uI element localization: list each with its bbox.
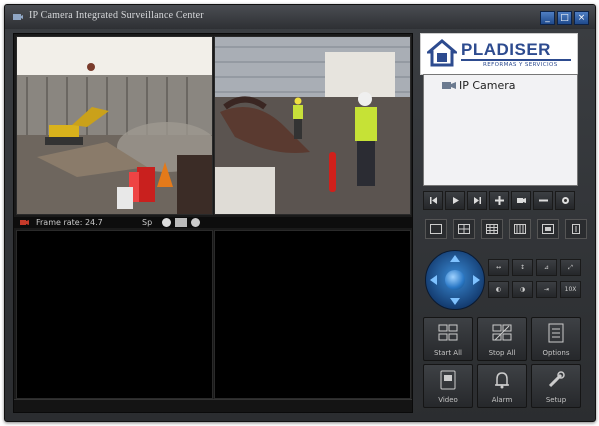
- camera-folder-icon: [442, 82, 456, 89]
- camera-view-3[interactable]: [16, 230, 213, 399]
- play-button[interactable]: [445, 191, 465, 210]
- ptz-center-button[interactable]: [445, 270, 465, 290]
- stop-all-label: Stop All: [488, 349, 516, 357]
- remove-button[interactable]: [533, 191, 553, 210]
- snapshot-icon[interactable]: [175, 218, 187, 227]
- video-bottom-strip: [14, 399, 412, 412]
- house-logo-icon: [427, 39, 457, 67]
- speed-button[interactable]: ⇥: [536, 281, 557, 298]
- zoom-in-button[interactable]: ↔: [488, 259, 509, 276]
- layout-toolbar: [425, 219, 593, 239]
- start-all-button[interactable]: Start All: [423, 317, 473, 361]
- prev-button[interactable]: [423, 191, 443, 210]
- focus-far-button[interactable]: ⤢: [560, 259, 581, 276]
- video-status-bar: Frame rate: 24.7 Sp: [14, 217, 412, 228]
- camera-view-2[interactable]: [214, 36, 411, 215]
- frame-rate-text: Frame rate: 24.7: [36, 218, 103, 227]
- ptz-joystick[interactable]: [425, 250, 485, 310]
- step-button[interactable]: 10X: [560, 281, 581, 298]
- focus-near-button[interactable]: ⊿: [536, 259, 557, 276]
- skip-forward-icon: [473, 197, 481, 204]
- tree-item-label: IP Camera: [459, 79, 516, 92]
- ptz-down-arrow[interactable]: [450, 298, 460, 305]
- nine-view-icon: [486, 224, 498, 234]
- control-panel: PLADISER REFORMAS Y SERVICIOS IP Camera: [415, 33, 591, 411]
- stop-all-icon: [492, 324, 512, 341]
- camera-icon: [516, 198, 526, 203]
- alarm-label: Alarm: [491, 396, 513, 404]
- stop-all-button[interactable]: Stop All: [477, 317, 527, 361]
- sixteen-view-icon: [514, 224, 526, 234]
- logo-divider: [461, 59, 571, 61]
- video-label: Video: [438, 396, 458, 404]
- camera-add-button[interactable]: [511, 191, 531, 210]
- company-logo: PLADISER REFORMAS Y SERVICIOS: [420, 33, 578, 75]
- gear-icon: [561, 197, 569, 204]
- setup-button[interactable]: Setup: [531, 364, 581, 408]
- tree-item-ip-camera[interactable]: IP Camera: [442, 79, 516, 92]
- setup-label: Setup: [545, 396, 567, 404]
- next-button[interactable]: [467, 191, 487, 210]
- wrench-icon: [548, 371, 565, 388]
- video-button[interactable]: Video: [423, 364, 473, 408]
- fullscreen-icon: [542, 224, 554, 234]
- alarm-button[interactable]: Alarm: [477, 364, 527, 408]
- ptz-left-arrow[interactable]: [430, 275, 437, 285]
- app-window: IP Camera Integrated Surveillance Center…: [4, 4, 596, 422]
- camera-view-1[interactable]: [16, 36, 213, 215]
- camera-1-feed-image: [17, 37, 212, 214]
- playback-toolbar: [423, 191, 577, 210]
- exit-icon: [572, 224, 580, 234]
- layout-1-button[interactable]: [425, 219, 447, 239]
- video-camera-icon: [20, 220, 29, 225]
- layout-exit-button[interactable]: [565, 219, 587, 239]
- minus-icon: [538, 199, 548, 202]
- add-button[interactable]: [489, 191, 509, 210]
- quad-view-icon: [458, 224, 470, 234]
- window-title: IP Camera Integrated Surveillance Center: [29, 10, 204, 21]
- logo-subtitle: REFORMAS Y SERVICIOS: [483, 62, 558, 68]
- iris-close-button[interactable]: ◑: [512, 281, 533, 298]
- camera-app-icon: [13, 14, 23, 20]
- options-button[interactable]: Options: [531, 317, 581, 361]
- camera-2-feed-image: [215, 37, 410, 214]
- options-icon: [548, 323, 564, 343]
- plus-icon: [494, 196, 504, 205]
- close-button[interactable]: ×: [574, 11, 589, 25]
- settings-icon[interactable]: [191, 218, 200, 227]
- layout-16-button[interactable]: [509, 219, 531, 239]
- ptz-right-arrow[interactable]: [473, 275, 480, 285]
- options-label: Options: [542, 349, 570, 357]
- alarm-bell-icon: [495, 372, 509, 389]
- record-icon[interactable]: [162, 218, 171, 227]
- minimize-button[interactable]: _: [540, 11, 555, 25]
- logo-name: PLADISER: [461, 40, 551, 59]
- speed-text: Sp: [142, 218, 153, 227]
- layout-4-button[interactable]: [453, 219, 475, 239]
- device-tree[interactable]: IP Camera: [423, 74, 578, 186]
- maximize-button[interactable]: □: [557, 11, 572, 25]
- ptz-up-arrow[interactable]: [450, 255, 460, 262]
- play-icon: [452, 197, 459, 204]
- video-grid: Frame rate: 24.7 Sp: [13, 33, 413, 413]
- layout-full-button[interactable]: [537, 219, 559, 239]
- zoom-out-button[interactable]: ↕: [512, 259, 533, 276]
- start-all-icon: [438, 324, 458, 341]
- single-view-icon: [430, 224, 442, 234]
- layout-9-button[interactable]: [481, 219, 503, 239]
- start-all-label: Start All: [433, 349, 462, 357]
- camera-view-4[interactable]: [214, 230, 411, 399]
- skip-back-icon: [429, 197, 437, 204]
- iris-open-button[interactable]: ◐: [488, 281, 509, 298]
- config-button[interactable]: [555, 191, 575, 210]
- title-bar[interactable]: IP Camera Integrated Surveillance Center…: [5, 5, 595, 29]
- video-icon: [440, 370, 456, 390]
